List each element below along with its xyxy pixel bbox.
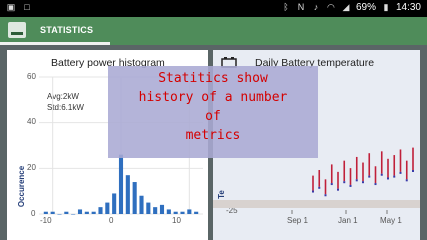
histogram-bar xyxy=(173,211,178,214)
temperature-low-mark xyxy=(362,181,364,184)
histogram-bar xyxy=(166,209,171,214)
battery-icon: ▮ xyxy=(383,2,389,12)
clock: 14:30 xyxy=(395,2,421,13)
histogram-bar xyxy=(50,211,55,214)
histogram-bar xyxy=(153,207,158,214)
temperature-low-mark xyxy=(387,177,389,180)
temperature-low-mark xyxy=(393,175,396,178)
histogram-bar xyxy=(132,182,137,214)
thermometer-background xyxy=(213,200,420,208)
temperature-low-mark xyxy=(399,171,402,174)
image-icon: ▣ xyxy=(6,2,16,12)
caption-text: Statitics show history of a number of me… xyxy=(138,71,288,143)
tab-indicator xyxy=(0,42,110,45)
histogram-bar xyxy=(187,209,192,214)
bluetooth-icon: ᛒ xyxy=(283,2,289,12)
square-icon: □ xyxy=(24,2,30,12)
temperature-low-mark xyxy=(337,188,339,191)
temperature-low-mark xyxy=(312,190,314,193)
histogram-bar xyxy=(159,204,165,214)
temperature-low-mark xyxy=(330,183,333,186)
histogram-bar xyxy=(139,195,144,214)
nfc-icon: N xyxy=(297,2,305,12)
temperature-low-mark xyxy=(412,170,414,172)
histogram-bar xyxy=(84,211,89,214)
temperature-low-mark xyxy=(380,173,383,176)
mute-icon: ♪ xyxy=(313,2,319,12)
temperature-low-mark xyxy=(349,184,352,187)
status-bar: ▣ □ ᛒ N ♪ ◠ ◢ 69% ▮ 14:30 xyxy=(0,0,427,17)
histogram-bar xyxy=(180,211,185,214)
app-bar: STATISTICS xyxy=(0,17,427,45)
tab-statistics[interactable]: STATISTICS xyxy=(40,25,93,35)
histogram-bar xyxy=(77,209,83,214)
histogram-bar xyxy=(105,202,110,214)
app-logo-icon[interactable] xyxy=(8,22,26,38)
histogram-bar xyxy=(64,211,69,214)
feature-caption: Statitics show history of a number of me… xyxy=(108,66,318,158)
histogram-bar xyxy=(98,207,103,214)
histogram-bar xyxy=(146,202,151,214)
temperature-low-mark xyxy=(343,181,346,184)
wifi-icon: ◠ xyxy=(327,2,335,12)
battery-percent: 69% xyxy=(355,2,376,13)
histogram-bar xyxy=(43,211,48,214)
temperature-low-mark xyxy=(368,175,371,178)
temperature-low-mark xyxy=(374,183,377,186)
histogram-bar xyxy=(57,214,62,215)
temperature-low-mark xyxy=(355,179,358,182)
temperature-low-mark xyxy=(318,186,321,189)
histogram-bar xyxy=(112,193,117,214)
temperature-low-mark xyxy=(405,179,408,182)
histogram-bar xyxy=(91,211,96,214)
temperature-low-mark xyxy=(324,194,327,197)
histogram-bar xyxy=(118,154,124,214)
signal-icon: ◢ xyxy=(342,2,350,12)
histogram-bar xyxy=(125,175,130,214)
histogram-bar xyxy=(71,214,76,215)
histogram-bar xyxy=(194,211,199,214)
